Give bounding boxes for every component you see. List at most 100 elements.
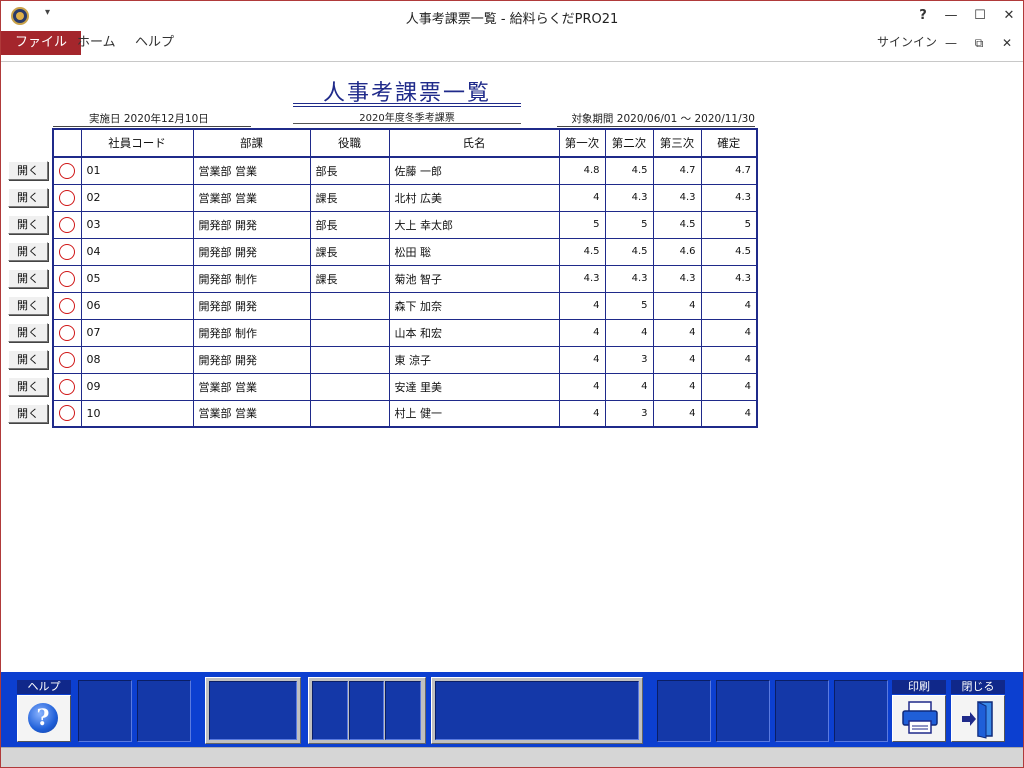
employee-name-cell: 大上 幸太郎 — [388, 210, 560, 239]
open-button[interactable]: 開く — [8, 215, 48, 234]
department-cell: 開発部 制作 — [192, 318, 311, 347]
table-header-row: 社員コード 部課 役職 氏名 第一次 第二次 第三次 確定 — [52, 128, 758, 158]
minimize-button[interactable]: — — [939, 5, 963, 27]
employee-code-cell: 04 — [80, 237, 194, 266]
second-review-cell: 4 — [604, 318, 654, 347]
status-circle-icon[interactable] — [59, 351, 76, 368]
status-circle-icon[interactable] — [59, 324, 76, 341]
help-key-face[interactable]: ? — [17, 695, 71, 742]
table-row[interactable]: 09 営業部 営業 安達 里美 4 4 4 4 — [52, 372, 758, 401]
tab-home[interactable]: ホーム — [63, 31, 130, 55]
help-key[interactable]: ヘルプ ? — [17, 680, 71, 742]
print-key[interactable]: 印刷 — [892, 680, 946, 742]
open-button[interactable]: 開く — [8, 242, 48, 261]
employee-code-cell: 06 — [80, 291, 194, 320]
status-circle-icon[interactable] — [59, 297, 76, 314]
row-status-cell[interactable] — [52, 372, 82, 401]
employee-code-cell: 10 — [80, 399, 194, 428]
table-row[interactable]: 01 営業部 営業 部長 佐藤 一郎 4.8 4.5 4.7 4.7 — [52, 156, 758, 185]
empty-function-key — [312, 681, 348, 740]
status-circle-icon[interactable] — [59, 189, 76, 206]
table-row[interactable]: 02 営業部 営業 課長 北村 広美 4 4.3 4.3 4.3 — [52, 183, 758, 212]
final-score-cell: 4.3 — [700, 183, 758, 212]
department-cell: 営業部 営業 — [192, 156, 311, 185]
status-circle-icon[interactable] — [59, 405, 76, 422]
final-score-cell: 4.7 — [700, 156, 758, 185]
empty-function-key — [834, 680, 888, 742]
report-subtitle: 2020年度冬季考課票 — [359, 113, 455, 124]
header-position: 役職 — [309, 128, 390, 158]
row-status-cell[interactable] — [52, 156, 82, 185]
help-icon[interactable]: ? — [911, 5, 935, 27]
open-button[interactable]: 開く — [8, 296, 48, 315]
employee-name-cell: 森下 加奈 — [388, 291, 560, 320]
maximize-button[interactable]: ☐ — [968, 5, 992, 27]
row-status-cell[interactable] — [52, 264, 82, 293]
status-circle-icon[interactable] — [59, 378, 76, 395]
status-circle-icon[interactable] — [59, 270, 76, 287]
second-review-cell: 5 — [604, 291, 654, 320]
third-review-cell: 4 — [652, 372, 702, 401]
employee-code-cell: 03 — [80, 210, 194, 239]
row-status-cell[interactable] — [52, 399, 82, 428]
open-button[interactable]: 開く — [8, 161, 48, 180]
table-row[interactable]: 07 開発部 制作 山本 和宏 4 4 4 4 — [52, 318, 758, 347]
empty-function-key — [209, 681, 297, 740]
open-button[interactable]: 開く — [8, 377, 48, 396]
second-review-cell: 4.3 — [604, 183, 654, 212]
signin-link[interactable]: サインイン — [877, 31, 937, 53]
row-status-cell[interactable] — [52, 210, 82, 239]
final-score-cell: 4 — [700, 399, 758, 428]
row-status-cell[interactable] — [52, 183, 82, 212]
sub-close-button[interactable]: ✕ — [997, 33, 1017, 53]
toolbar-group — [431, 677, 643, 744]
department-cell: 開発部 開発 — [192, 291, 311, 320]
close-key[interactable]: 閉じる — [951, 680, 1005, 742]
second-review-cell: 3 — [604, 399, 654, 428]
tab-help[interactable]: ヘルプ — [121, 31, 188, 55]
open-button[interactable]: 開く — [8, 350, 48, 369]
second-review-cell: 4.5 — [604, 237, 654, 266]
open-button[interactable]: 開く — [8, 323, 48, 342]
row-status-cell[interactable] — [52, 291, 82, 320]
header-second-review: 第二次 — [604, 128, 654, 158]
table-row[interactable]: 05 開発部 制作 課長 菊池 智子 4.3 4.3 4.3 4.3 — [52, 264, 758, 293]
department-cell: 営業部 営業 — [192, 372, 311, 401]
position-cell: 課長 — [309, 183, 390, 212]
table-row[interactable]: 04 開発部 開発 課長 松田 聡 4.5 4.5 4.6 4.5 — [52, 237, 758, 266]
table-row[interactable]: 08 開発部 開発東 涼子 4 3 4 4 — [52, 345, 758, 374]
sub-minimize-button[interactable]: — — [941, 33, 961, 53]
print-key-face[interactable] — [892, 695, 946, 742]
employee-name-cell: 山本 和宏 — [388, 318, 560, 347]
row-status-cell[interactable] — [52, 318, 82, 347]
ribbon-divider — [1, 61, 1023, 62]
open-button[interactable]: 開く — [8, 404, 48, 423]
appraisal-table: 社員コード 部課 役職 氏名 第一次 第二次 第三次 確定 01 営業部 営業 部長… — [52, 128, 758, 428]
status-circle-icon[interactable] — [59, 216, 76, 233]
toolbar-group — [205, 677, 301, 744]
second-review-cell: 4.5 — [604, 156, 654, 185]
table-row[interactable]: 03 開発部 開発 部長 大上 幸太郎 5 5 4.5 5 — [52, 210, 758, 239]
row-status-cell[interactable] — [52, 237, 82, 266]
position-cell — [309, 372, 390, 401]
first-review-cell: 4 — [558, 372, 606, 401]
status-circle-icon[interactable] — [59, 162, 76, 179]
employee-name-cell: 村上 健一 — [388, 399, 560, 428]
table-row[interactable]: 06 開発部 開発 森下 加奈 4 5 4 4 — [52, 291, 758, 320]
empty-function-key — [775, 680, 829, 742]
app-window: ▾ 人事考課票一覧 - 給料らくだPRO21 ? — ☐ ✕ ファイル ホーム … — [0, 0, 1024, 768]
question-icon: ? — [28, 703, 58, 733]
table-row[interactable]: 10 営業部 営業 村上 健一 4 3 4 4 — [52, 399, 758, 428]
header-department: 部課 — [192, 128, 311, 158]
final-score-cell: 5 — [700, 210, 758, 239]
close-key-face[interactable] — [951, 695, 1005, 742]
close-button[interactable]: ✕ — [997, 5, 1021, 27]
row-status-cell[interactable] — [52, 345, 82, 374]
status-circle-icon[interactable] — [59, 243, 76, 260]
open-button[interactable]: 開く — [8, 269, 48, 288]
second-review-cell: 4.3 — [604, 264, 654, 293]
sub-restore-button[interactable]: ⧉ — [969, 33, 989, 53]
open-button[interactable]: 開く — [8, 188, 48, 207]
employee-code-cell: 07 — [80, 318, 194, 347]
employee-name-cell: 安達 里美 — [388, 372, 560, 401]
